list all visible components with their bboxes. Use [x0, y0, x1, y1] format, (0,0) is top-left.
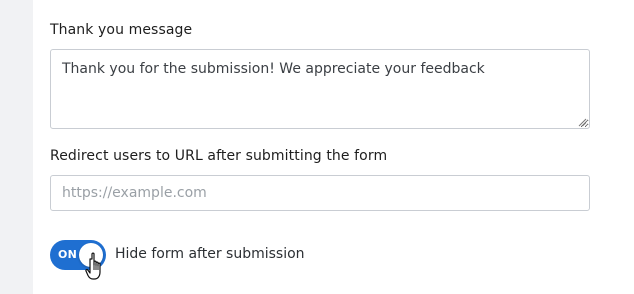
resize-grip-icon[interactable] — [577, 117, 587, 127]
redirect-url-input[interactable] — [50, 175, 590, 211]
thank-you-message-label: Thank you message — [50, 22, 193, 38]
left-sidebar-strip — [0, 0, 33, 294]
pointer-hand-icon — [85, 252, 101, 280]
thank-you-message-textarea[interactable]: Thank you for the submission! We appreci… — [50, 49, 590, 129]
redirect-url-label: Redirect users to URL after submitting t… — [50, 148, 388, 164]
toggle-on-text: ON — [58, 248, 78, 261]
hide-form-label: Hide form after submission — [115, 246, 305, 262]
form-settings-panel: Thank you message Thank you for the subm… — [33, 0, 634, 294]
